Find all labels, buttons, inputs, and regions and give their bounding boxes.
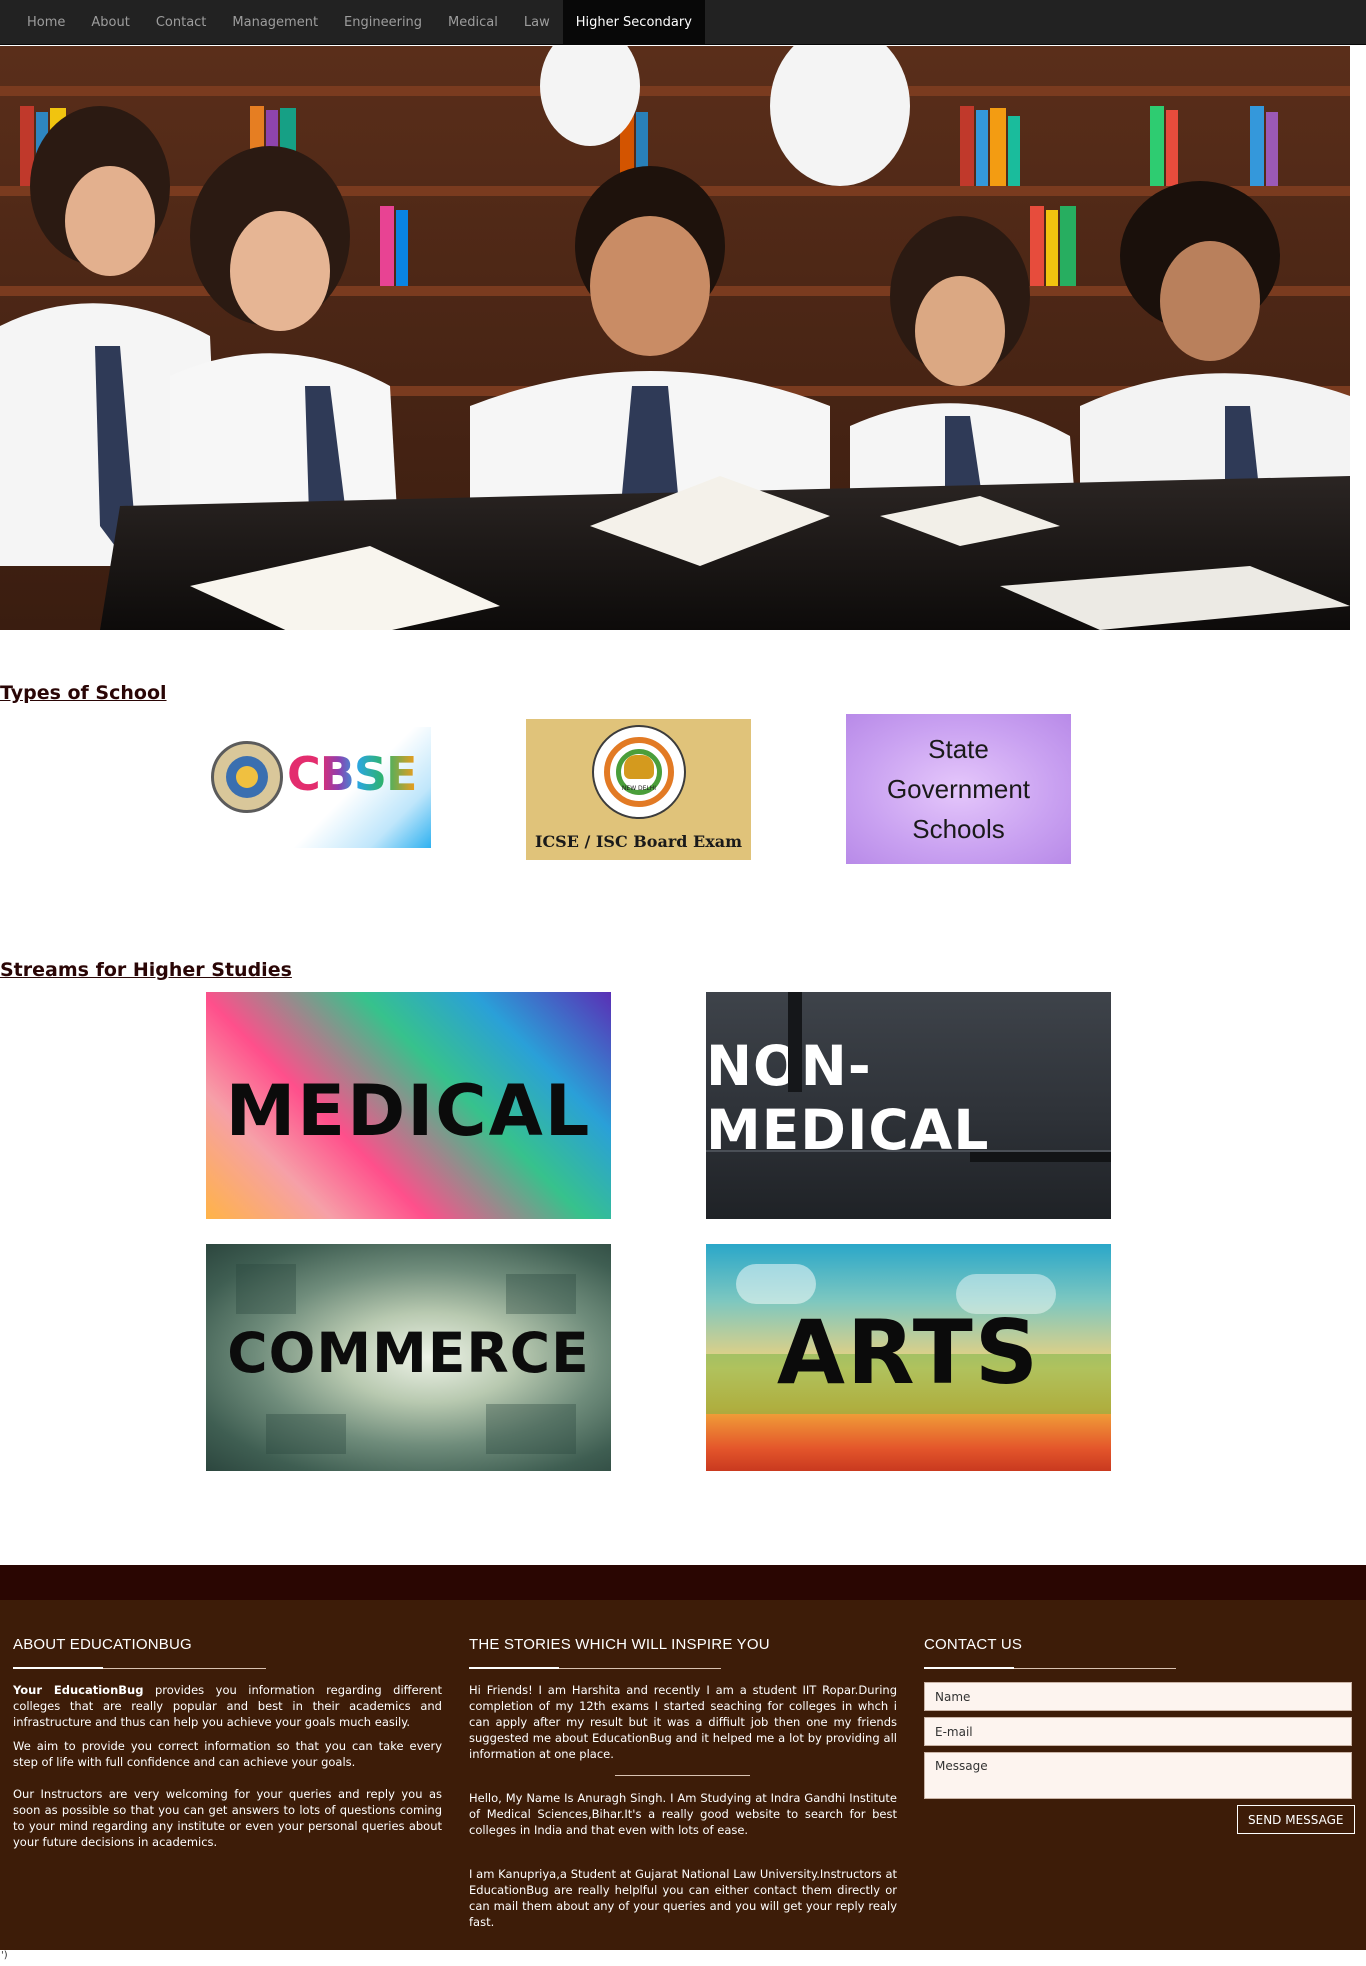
nav-law[interactable]: Law: [511, 0, 563, 45]
nav-higher-secondary[interactable]: Higher Secondary: [562, 0, 705, 45]
state-line-3: Schools: [912, 814, 1005, 844]
cbse-logo[interactable]: CBSE: [206, 727, 431, 848]
stream-arts[interactable]: ARTS: [706, 1244, 1111, 1471]
about-paragraph-3: Our Instructors are very welcoming for y…: [13, 1787, 442, 1849]
stream-medical[interactable]: MEDICAL: [206, 992, 611, 1219]
cbse-text: CBSE: [287, 747, 417, 801]
top-navbar: Home About Contact Management Engineerin…: [0, 0, 1366, 45]
state-government-schools-logo[interactable]: State Government Schools: [846, 714, 1071, 864]
stream-arts-label: ARTS: [776, 1301, 1041, 1404]
nav-management[interactable]: Management: [219, 0, 331, 45]
nav-contact[interactable]: Contact: [143, 0, 220, 45]
story-3: I am Kanupriya,a Student at Gujarat Nati…: [469, 1867, 897, 1929]
story-2: Hello, My Name Is Anuragh Singh. I Am St…: [469, 1791, 897, 1837]
state-line-2: Government: [886, 774, 1031, 804]
icse-emblem-icon: NEW DELHI: [592, 725, 686, 819]
about-paragraph-2: We aim to provide you correct informatio…: [13, 1739, 442, 1769]
state-line-1: State: [928, 734, 989, 764]
icse-seal-text: NEW DELHI: [621, 785, 657, 792]
story-1: Hi Friends! I am Harshita and recently I…: [469, 1683, 897, 1761]
nav-engineering[interactable]: Engineering: [331, 0, 435, 45]
cbse-emblem-icon: [211, 741, 283, 813]
nav-home[interactable]: Home: [14, 0, 78, 45]
icse-caption: ICSE / ISC Board Exam: [534, 832, 743, 851]
stories-divider-accent: [469, 1667, 559, 1669]
contact-name-input[interactable]: [924, 1682, 1352, 1711]
contact-heading: CONTACT US: [924, 1636, 1023, 1653]
stream-medical-label: MEDICAL: [225, 1069, 592, 1152]
stories-heading: THE STORIES WHICH WILL INSPIRE YOU: [469, 1636, 770, 1653]
icse-logo[interactable]: NEW DELHI ICSE / ISC Board Exam: [526, 719, 751, 860]
hero-image: [0, 46, 1350, 630]
stream-non-medical[interactable]: NON-MEDICAL: [706, 992, 1111, 1219]
contact-message-input[interactable]: [924, 1752, 1352, 1799]
about-heading: ABOUT EDUCATIONBUG: [13, 1636, 192, 1653]
stream-commerce[interactable]: COMMERCE: [206, 1244, 611, 1471]
about-paragraph-1: Your EducationBug provides you informati…: [13, 1682, 442, 1730]
nav-menu: Home About Contact Management Engineerin…: [0, 0, 1366, 45]
about-divider-accent: [13, 1667, 103, 1669]
story-separator: [615, 1775, 750, 1776]
footer-top-band: [0, 1565, 1366, 1600]
contact-divider-accent: [924, 1667, 1014, 1669]
footer: ABOUT EDUCATIONBUG Your EducationBug pro…: [0, 1600, 1366, 1950]
stream-commerce-label: COMMERCE: [227, 1320, 590, 1385]
types-of-school-heading: Types of School: [0, 682, 167, 704]
send-message-button[interactable]: SEND MESSAGE: [1237, 1805, 1355, 1834]
about-brand: Your EducationBug: [13, 1683, 144, 1697]
streams-heading: Streams for Higher Studies: [0, 959, 292, 981]
stray-text: '): [1, 1950, 8, 1961]
nav-medical[interactable]: Medical: [435, 0, 511, 45]
stream-non-medical-label: NON-MEDICAL: [706, 1034, 990, 1162]
hero-illustration: [0, 46, 1350, 630]
nav-about[interactable]: About: [78, 0, 142, 45]
contact-email-input[interactable]: [924, 1717, 1352, 1746]
